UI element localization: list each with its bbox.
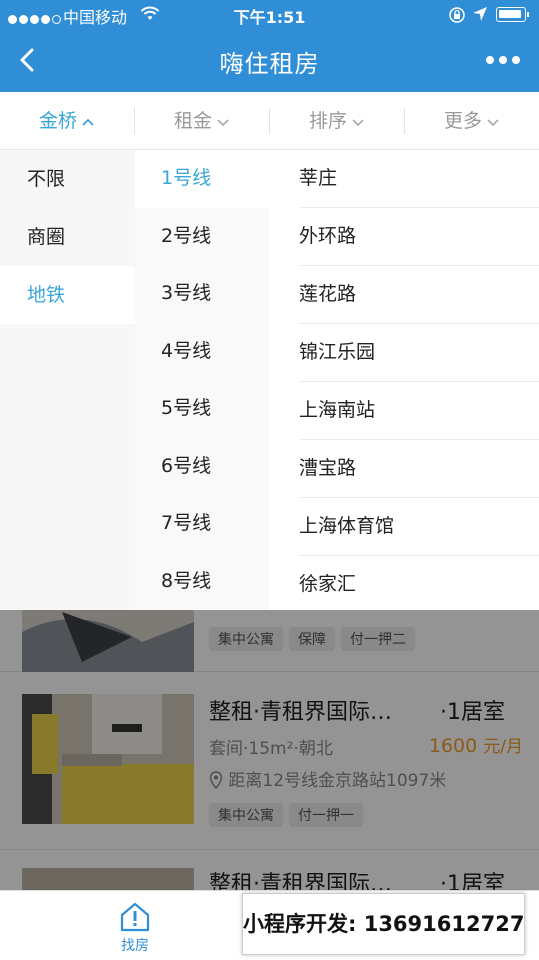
area-type-column: 不限 商圈 地铁	[0, 150, 135, 610]
filter-rent[interactable]: 租金	[135, 92, 269, 150]
metro-line-item[interactable]: 3号线	[135, 265, 269, 323]
location-dropdown: 不限 商圈 地铁 1号线 2号线 3号线 4号线 5号线 6号线 7号线 8号线…	[0, 150, 539, 610]
filter-sort[interactable]: 排序	[270, 92, 404, 150]
area-type-item[interactable]: 商圈	[0, 208, 135, 266]
filter-more-label: 更多	[443, 110, 482, 132]
tab-find-house[interactable]: 找房	[85, 891, 185, 955]
metro-line-item[interactable]: 2号线	[135, 208, 269, 266]
rotation-lock-icon	[448, 6, 466, 28]
metro-line-item[interactable]: 8号线	[135, 553, 269, 611]
metro-line-item[interactable]: 6号线	[135, 438, 269, 496]
page-title: 嗨住租房	[219, 50, 320, 78]
promo-contact-box: 小程序开发: 13691612727	[242, 893, 525, 955]
station-item[interactable]: 上海南站	[299, 382, 539, 440]
metro-line-item[interactable]: 5号线	[135, 380, 269, 438]
house-icon	[120, 902, 150, 932]
filter-area[interactable]: 金桥	[0, 92, 134, 150]
metro-line-column: 1号线 2号线 3号线 4号线 5号线 6号线 7号线 8号线	[135, 150, 269, 610]
battery-icon	[496, 7, 529, 22]
filter-more[interactable]: 更多	[405, 92, 539, 150]
station-item[interactable]: 莲花路	[299, 266, 539, 324]
filter-area-label: 金桥	[38, 110, 77, 132]
filter-bar: 金桥 租金 排序 更多	[0, 92, 539, 150]
station-item[interactable]: 锦江乐园	[299, 324, 539, 382]
status-bar: 中国移动 下午1:51	[0, 0, 539, 30]
station-item[interactable]: 外环路	[299, 208, 539, 266]
metro-line-item[interactable]: 7号线	[135, 495, 269, 553]
chevron-down-icon	[217, 118, 229, 126]
station-column: 莘庄 外环路 莲花路 锦江乐园 上海南站 漕宝路 上海体育馆 徐家汇	[269, 150, 539, 610]
more-options-icon[interactable]	[483, 48, 523, 72]
chevron-up-icon	[82, 118, 94, 126]
filter-rent-label: 租金	[173, 110, 212, 132]
filter-sort-label: 排序	[308, 110, 347, 132]
nav-bar: 嗨住租房	[0, 30, 539, 92]
chevron-down-icon	[487, 118, 499, 126]
station-item[interactable]: 莘庄	[299, 150, 539, 208]
area-type-item[interactable]: 不限	[0, 150, 135, 208]
location-arrow-icon	[472, 6, 488, 26]
station-item[interactable]: 漕宝路	[299, 440, 539, 498]
station-item[interactable]: 徐家汇	[299, 556, 539, 614]
dropdown-backdrop[interactable]	[0, 610, 539, 890]
area-type-item-selected[interactable]: 地铁	[0, 266, 135, 324]
metro-line-item-selected[interactable]: 1号线	[135, 150, 269, 208]
chevron-down-icon	[352, 118, 364, 126]
tab-find-house-label: 找房	[121, 938, 149, 954]
metro-line-item[interactable]: 4号线	[135, 323, 269, 381]
station-item[interactable]: 上海体育馆	[299, 498, 539, 556]
